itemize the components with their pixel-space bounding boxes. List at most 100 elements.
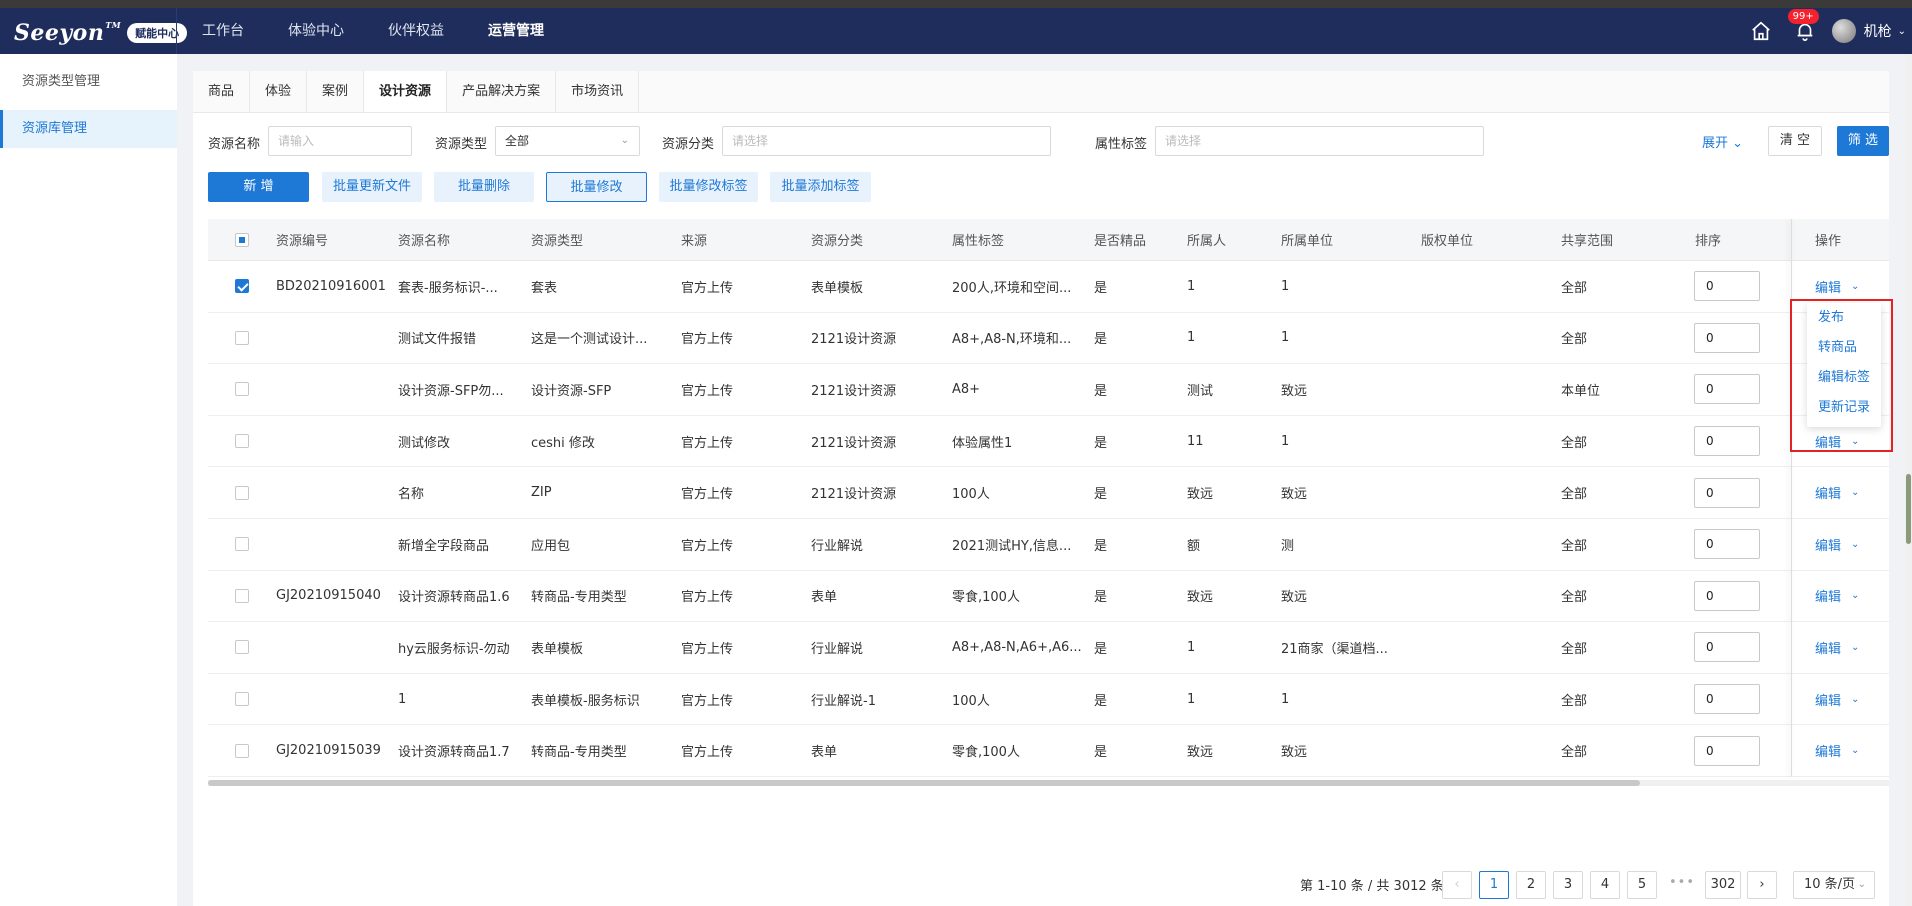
row-checkbox[interactable] (235, 313, 249, 364)
row-checkbox[interactable] (235, 261, 249, 312)
chevron-down-icon[interactable]: ⌄ (1851, 642, 1859, 653)
scrollbar-thumb[interactable] (208, 780, 1640, 786)
chevron-down-icon[interactable]: ⌄ (1851, 281, 1859, 292)
chevron-down-icon[interactable]: ⌄ (1898, 26, 1906, 37)
edit-link[interactable]: 编辑 (1815, 690, 1841, 709)
tab-cases[interactable]: 案例 (307, 71, 365, 112)
row-checkbox[interactable] (235, 571, 249, 622)
chevron-down-icon[interactable]: ⌄ (1851, 590, 1859, 601)
cell-owner: 致远 (1187, 590, 1214, 606)
expand-link[interactable]: 展开 ⌄ (1702, 132, 1743, 151)
logo[interactable]: SeeyonTM 赋能中心 (14, 20, 188, 46)
cell-unit: 1 (1281, 433, 1290, 449)
pagination-info: 第 1-10 条 / 共 3012 条 (1300, 879, 1444, 894)
edit-link[interactable]: 编辑 (1815, 741, 1841, 760)
cell-source: 官方上传 (681, 487, 734, 503)
topbar-right: 99+ 机枪 ⌄ (1750, 8, 1912, 54)
chevron-down-icon: ⌄ (1732, 136, 1744, 151)
username[interactable]: 机枪 (1864, 21, 1892, 41)
batch-delete-button[interactable]: 批量删除 (434, 172, 534, 202)
sort-order-input[interactable]: 0 (1694, 529, 1760, 560)
edit-link[interactable]: 编辑 (1815, 638, 1841, 657)
sort-order-input[interactable]: 0 (1694, 374, 1760, 405)
sort-order-input[interactable]: 0 (1694, 735, 1760, 766)
cell-type: ceshi 修改 (531, 435, 595, 451)
cell-sort: 0 (1694, 674, 1760, 725)
cell-premium: 是 (1094, 280, 1108, 296)
sort-order-input[interactable]: 0 (1694, 684, 1760, 715)
home-icon[interactable] (1750, 20, 1772, 42)
chevron-down-icon[interactable]: ⌄ (1851, 694, 1859, 705)
chevron-down-icon[interactable]: ⌄ (1851, 745, 1859, 756)
nav-item-partner-rights[interactable]: 伙伴权益 (366, 8, 466, 54)
edit-link[interactable]: 编辑 (1815, 483, 1841, 502)
cell-category: 行业解说-1 (811, 693, 876, 709)
row-checkbox[interactable] (235, 467, 249, 518)
batch-update-file-button[interactable]: 批量更新文件 (322, 172, 422, 202)
horizontal-scrollbar[interactable] (208, 780, 1889, 786)
resource-category-select[interactable]: 请选择 (722, 126, 1051, 156)
page-ellipsis[interactable]: ••• (1669, 875, 1695, 890)
highlight-box (1790, 299, 1893, 452)
sidebar-item-resource-library-management[interactable]: 资源库管理 (0, 110, 177, 148)
tab-experience[interactable]: 体验 (250, 71, 308, 112)
chevron-down-icon[interactable]: ⌄ (1851, 487, 1859, 498)
page-button-5[interactable]: 5 (1627, 871, 1657, 899)
nav-item-experience[interactable]: 体验中心 (266, 8, 366, 54)
row-checkbox[interactable] (235, 622, 249, 673)
tab-products[interactable]: 商品 (193, 71, 251, 112)
row-checkbox[interactable] (235, 519, 249, 570)
tab-product-solutions[interactable]: 产品解决方案 (447, 71, 557, 112)
table-row: 名称 ZIP 官方上传 2121设计资源 100人 是 致远 致远 全部 0 编辑 ⌄ (208, 467, 1889, 519)
next-page-button[interactable]: › (1747, 871, 1777, 899)
sort-order-input[interactable]: 0 (1694, 426, 1760, 457)
cell-unit: 1 (1281, 278, 1290, 294)
edit-link[interactable]: 编辑 (1815, 277, 1841, 296)
row-checkbox[interactable] (235, 674, 249, 725)
row-checkbox[interactable] (235, 416, 249, 467)
batch-edit-tag-button[interactable]: 批量修改标签 (659, 172, 758, 202)
row-checkbox[interactable] (235, 725, 249, 776)
notification-button[interactable]: 99+ (1787, 9, 1819, 42)
add-button[interactable]: 新 增 (208, 172, 309, 202)
tab-market-news[interactable]: 市场资讯 (556, 71, 640, 112)
page-button-4[interactable]: 4 (1590, 871, 1620, 899)
tab-design-resources[interactable]: 设计资源 (364, 71, 448, 112)
cell-category: 2121设计资源 (811, 435, 897, 451)
edit-link[interactable]: 编辑 (1815, 535, 1841, 554)
page-vertical-scrollbar[interactable] (1905, 54, 1912, 906)
clear-button[interactable]: 清 空 (1768, 126, 1822, 156)
prev-page-button[interactable]: ‹ (1442, 871, 1472, 899)
page-size-select[interactable]: 10 条/页 ⌄ (1793, 871, 1875, 899)
page-button-3[interactable]: 3 (1553, 871, 1583, 899)
attribute-tag-select[interactable]: 请选择 (1155, 126, 1484, 156)
edit-link[interactable]: 编辑 (1815, 586, 1841, 605)
sort-order-input[interactable]: 0 (1694, 580, 1760, 611)
select-all-checkbox[interactable] (235, 219, 249, 260)
chevron-down-icon[interactable]: ⌄ (1851, 539, 1859, 550)
filter-button[interactable]: 筛 选 (1837, 126, 1889, 156)
sidebar-item-resource-type-management[interactable]: 资源类型管理 (0, 63, 177, 101)
cell-scope: 全部 (1561, 435, 1588, 451)
sort-order-input[interactable]: 0 (1694, 271, 1760, 302)
sort-order-input[interactable]: 0 (1694, 322, 1760, 353)
nav-item-workbench[interactable]: 工作台 (180, 8, 266, 54)
avatar[interactable] (1831, 19, 1856, 43)
page-button-2[interactable]: 2 (1516, 871, 1546, 899)
page-button-last[interactable]: 302 (1705, 871, 1741, 899)
row-checkbox[interactable] (235, 364, 249, 415)
batch-edit-button[interactable]: 批量修改 (546, 172, 647, 202)
header-source: 来源 (681, 234, 708, 249)
cell-source: 官方上传 (681, 332, 734, 348)
resource-type-select[interactable]: 全部 ⌄ (495, 126, 640, 156)
sort-order-input[interactable]: 0 (1694, 632, 1760, 663)
nav-item-operations[interactable]: 运营管理 (466, 8, 566, 54)
cell-premium: 是 (1094, 383, 1108, 399)
cell-owner: 11 (1187, 433, 1204, 449)
page-button-1[interactable]: 1 (1479, 871, 1509, 899)
cell-category: 2121设计资源 (811, 487, 897, 503)
resource-name-input[interactable]: 请输入 (268, 126, 412, 156)
batch-add-tag-button[interactable]: 批量添加标签 (770, 172, 871, 202)
sort-order-input[interactable]: 0 (1694, 477, 1760, 508)
scrollbar-thumb[interactable] (1906, 474, 1911, 544)
